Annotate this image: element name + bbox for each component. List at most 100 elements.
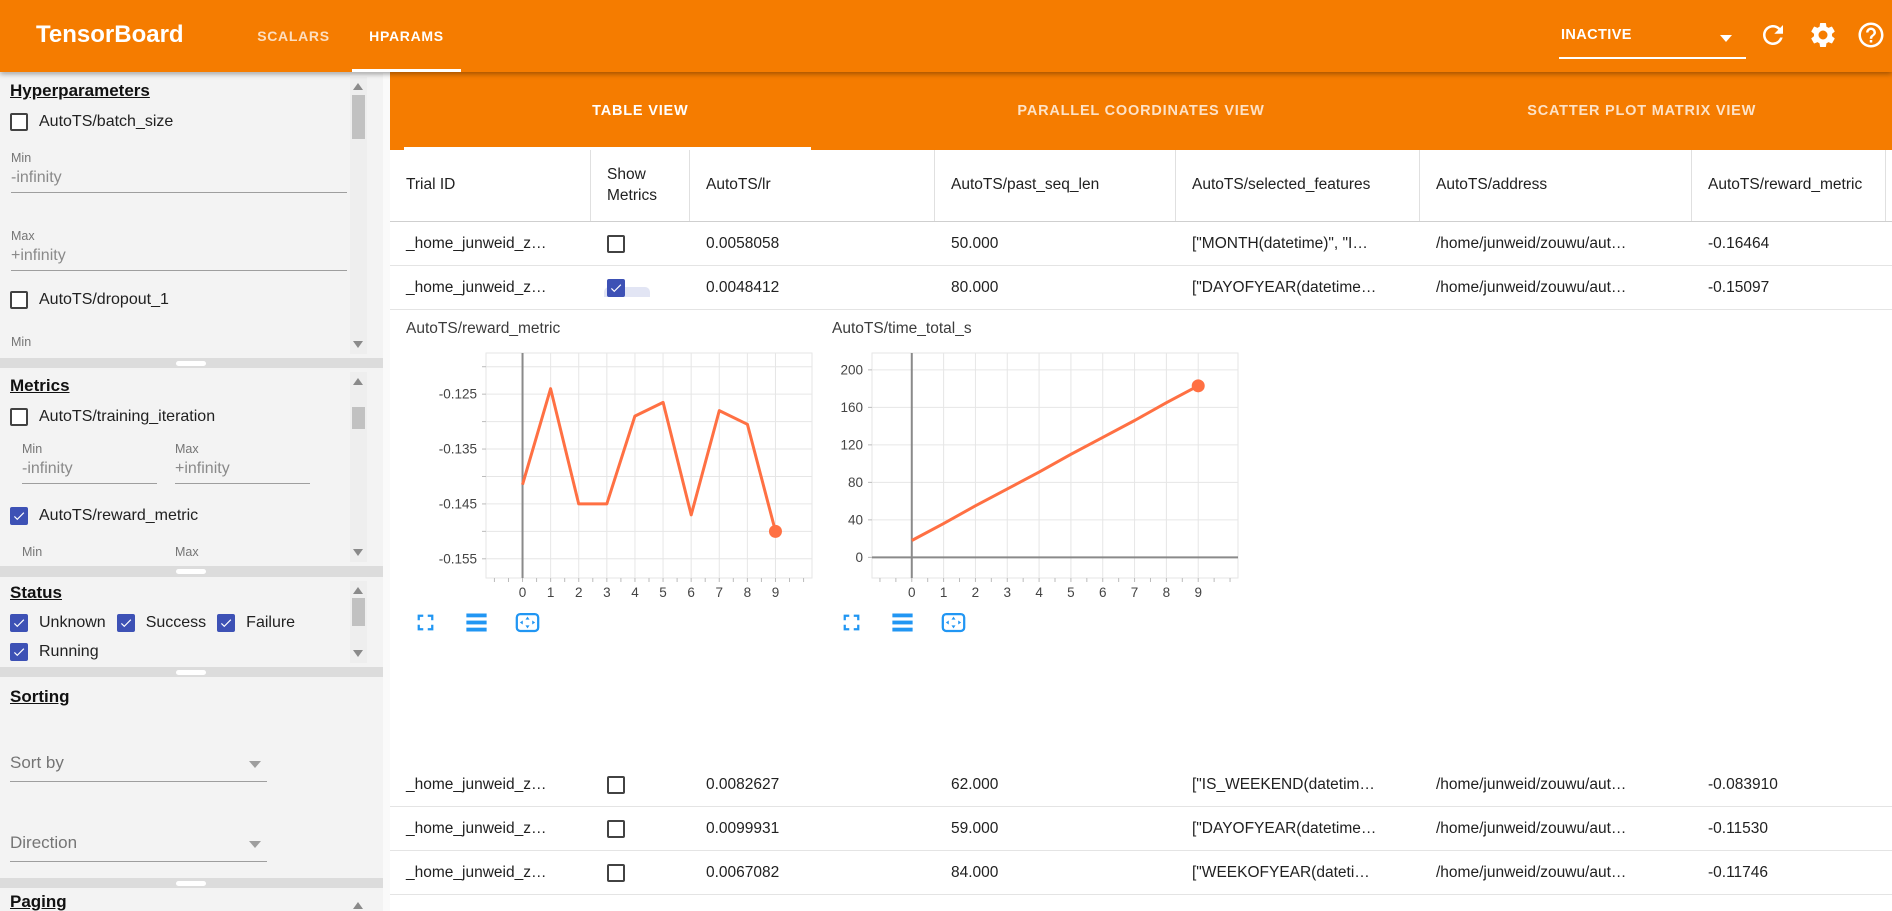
svg-text:3: 3 [1004,585,1012,600]
svg-text:120: 120 [840,437,863,452]
scrollbar-thumb[interactable] [352,598,365,626]
lr-cell: 0.0067082 [690,864,935,882]
lr-cell: 0.0058058 [690,235,935,253]
selected-features-cell: ["WEEKOFYEAR(dateti… [1176,864,1420,882]
training-iteration-checkbox[interactable] [10,408,28,426]
col-address: AutoTS/address [1420,150,1692,221]
section-resizer[interactable] [0,878,383,888]
svg-text:8: 8 [744,585,752,600]
chart-time-total: AutoTS/time_total_s 04080120160200012345… [822,312,1252,636]
svg-text:7: 7 [1131,585,1139,600]
help-button[interactable] [1856,20,1886,50]
status-running-row: Running [10,643,99,661]
section-metrics: Metrics AutoTS/training_iteration Min -i… [0,368,383,566]
hparams-main: TABLE VIEW PARALLEL COORDINATES VIEW SCA… [390,72,1892,911]
section-hyperparameters: Hyperparameters AutoTS/batch_size Min -i… [0,73,383,358]
tab-hparams[interactable]: HPARAMS [350,0,463,72]
section-scrollbar [350,372,367,562]
run-status-dropdown[interactable]: INACTIVE [1559,18,1746,59]
refresh-icon [1758,20,1788,50]
refresh-button[interactable] [1758,20,1788,50]
status-checkbox-row: Unknown Success Failure [10,614,295,632]
gear-icon [1808,20,1838,50]
svg-text:160: 160 [840,400,863,415]
batch-size-checkbox[interactable] [10,113,28,131]
past-seq-len-cell: 80.000 [935,279,1176,297]
status-failure-checkbox[interactable] [217,614,235,632]
max-input[interactable]: +infinity [11,247,347,271]
scroll-up-arrow[interactable] [353,902,363,909]
line-chart[interactable]: 040801201602000123456789 [822,342,1252,605]
direction-select[interactable]: Direction [10,833,267,862]
show-metrics-checkbox[interactable] [607,776,625,794]
table-row: _home_junweid_z… 0.0048412 80.000 ["DAYO… [390,266,1892,310]
past-seq-len-cell: 84.000 [935,864,1176,882]
address-cell: /home/junweid/zouwu/aut… [1420,235,1692,253]
line-chart[interactable]: -0.125-0.135-0.145-0.1550123456789 [396,342,826,605]
reward-metric-cell: -0.15097 [1692,279,1886,297]
section-scrollbar [350,77,367,354]
trial-id-cell: _home_junweid_z… [390,820,591,838]
section-resizer[interactable] [0,566,383,577]
svg-text:6: 6 [687,585,695,600]
show-metrics-checkbox[interactable] [607,279,625,297]
reward-metric-cell: -0.11530 [1692,820,1886,838]
scroll-up-arrow[interactable] [353,587,363,594]
hparams-sidebar: Hyperparameters AutoTS/batch_size Min -i… [0,72,390,911]
expand-icon[interactable] [412,609,439,636]
status-running-checkbox[interactable] [10,643,28,661]
axis-lines-icon[interactable] [463,609,490,636]
sorting-title: Sorting [10,687,70,707]
settings-button[interactable] [1808,20,1838,50]
scroll-down-arrow[interactable] [353,549,363,556]
past-seq-len-cell: 62.000 [935,776,1176,794]
section-paging: Paging [0,888,383,911]
view-tabs: TABLE VIEW PARALLEL COORDINATES VIEW SCA… [390,72,1892,150]
reward-metric-checkbox[interactable] [10,507,28,525]
svg-text:1: 1 [547,585,555,600]
min-label: Min [22,545,42,559]
chart-toolbar [412,609,826,636]
svg-text:2: 2 [972,585,980,600]
status-unknown-checkbox[interactable] [10,614,28,632]
tab-table-view[interactable]: TABLE VIEW [390,72,891,150]
max-input[interactable]: +infinity [175,460,310,484]
scroll-up-arrow[interactable] [353,83,363,90]
status-title: Status [10,583,62,603]
axis-lines-icon[interactable] [889,609,916,636]
svg-text:-0.135: -0.135 [439,442,477,457]
sort-by-select[interactable]: Sort by [10,753,267,782]
chevron-down-icon [249,761,261,768]
help-icon [1856,20,1886,50]
table-row: _home_junweid_z… 0.0067082 84.000 ["WEEK… [390,851,1892,895]
chart-title: AutoTS/time_total_s [822,312,1252,342]
tab-scatter-plot-matrix-view[interactable]: SCATTER PLOT MATRIX VIEW [1391,72,1892,150]
scroll-up-arrow[interactable] [353,378,363,385]
expand-icon[interactable] [838,609,865,636]
dropout-checkbox[interactable] [10,291,28,309]
show-metrics-checkbox[interactable] [607,235,625,253]
scrollbar-thumb[interactable] [352,407,365,429]
metric-charts: AutoTS/reward_metric -0.125-0.135-0.145-… [390,310,1892,763]
min-input[interactable]: -infinity [22,460,157,484]
show-metrics-checkbox[interactable] [607,864,625,882]
svg-text:80: 80 [848,475,863,490]
fit-domain-icon[interactable] [514,609,541,636]
min-input[interactable]: -infinity [11,169,347,193]
lr-cell: 0.0048412 [690,279,935,297]
show-metrics-checkbox[interactable] [607,820,625,838]
selected-features-cell: ["DAYOFYEAR(datetime… [1176,820,1420,838]
fit-domain-icon[interactable] [940,609,967,636]
tab-parallel-coordinates-view[interactable]: PARALLEL COORDINATES VIEW [891,72,1392,150]
col-trial-id: Trial ID [390,150,591,221]
status-success-checkbox[interactable] [117,614,135,632]
tab-scalars[interactable]: SCALARS [237,0,350,72]
svg-text:-0.155: -0.155 [439,551,477,566]
scrollbar-thumb[interactable] [352,95,365,139]
scroll-down-arrow[interactable] [353,341,363,348]
section-resizer[interactable] [0,358,383,368]
trial-id-cell: _home_junweid_z… [390,279,591,297]
svg-text:0: 0 [855,550,863,565]
scroll-down-arrow[interactable] [353,650,363,657]
section-resizer[interactable] [0,667,383,677]
